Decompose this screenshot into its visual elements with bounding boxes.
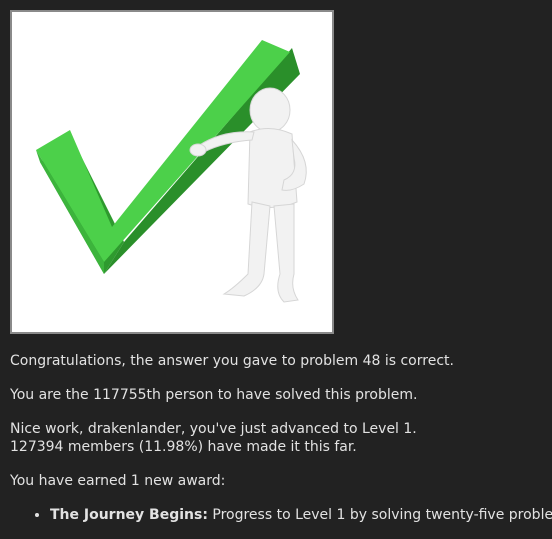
awards-intro: You have earned 1 new award: — [10, 473, 226, 489]
success-image — [10, 10, 334, 334]
award-name: The Journey Begins: — [50, 507, 208, 523]
level-up-block: Nice work, drakenlander, you've just adv… — [10, 420, 546, 456]
award-item: The Journey Begins: Progress to Level 1 … — [50, 506, 552, 524]
level-up-message: Nice work, drakenlander, you've just adv… — [10, 421, 417, 437]
checkmark-figure-icon — [36, 40, 307, 303]
award-description: Progress to Level 1 by solving twenty-fi… — [212, 507, 552, 523]
result-content: Congratulations, the answer you gave to … — [10, 352, 552, 524]
award-list: The Journey Begins: Progress to Level 1 … — [10, 506, 552, 524]
solver-rank-message: You are the 117755th person to have solv… — [10, 387, 418, 403]
correct-message: Congratulations, the answer you gave to … — [10, 353, 454, 369]
members-stat-message: 127394 members (11.98%) have made it thi… — [10, 439, 357, 455]
